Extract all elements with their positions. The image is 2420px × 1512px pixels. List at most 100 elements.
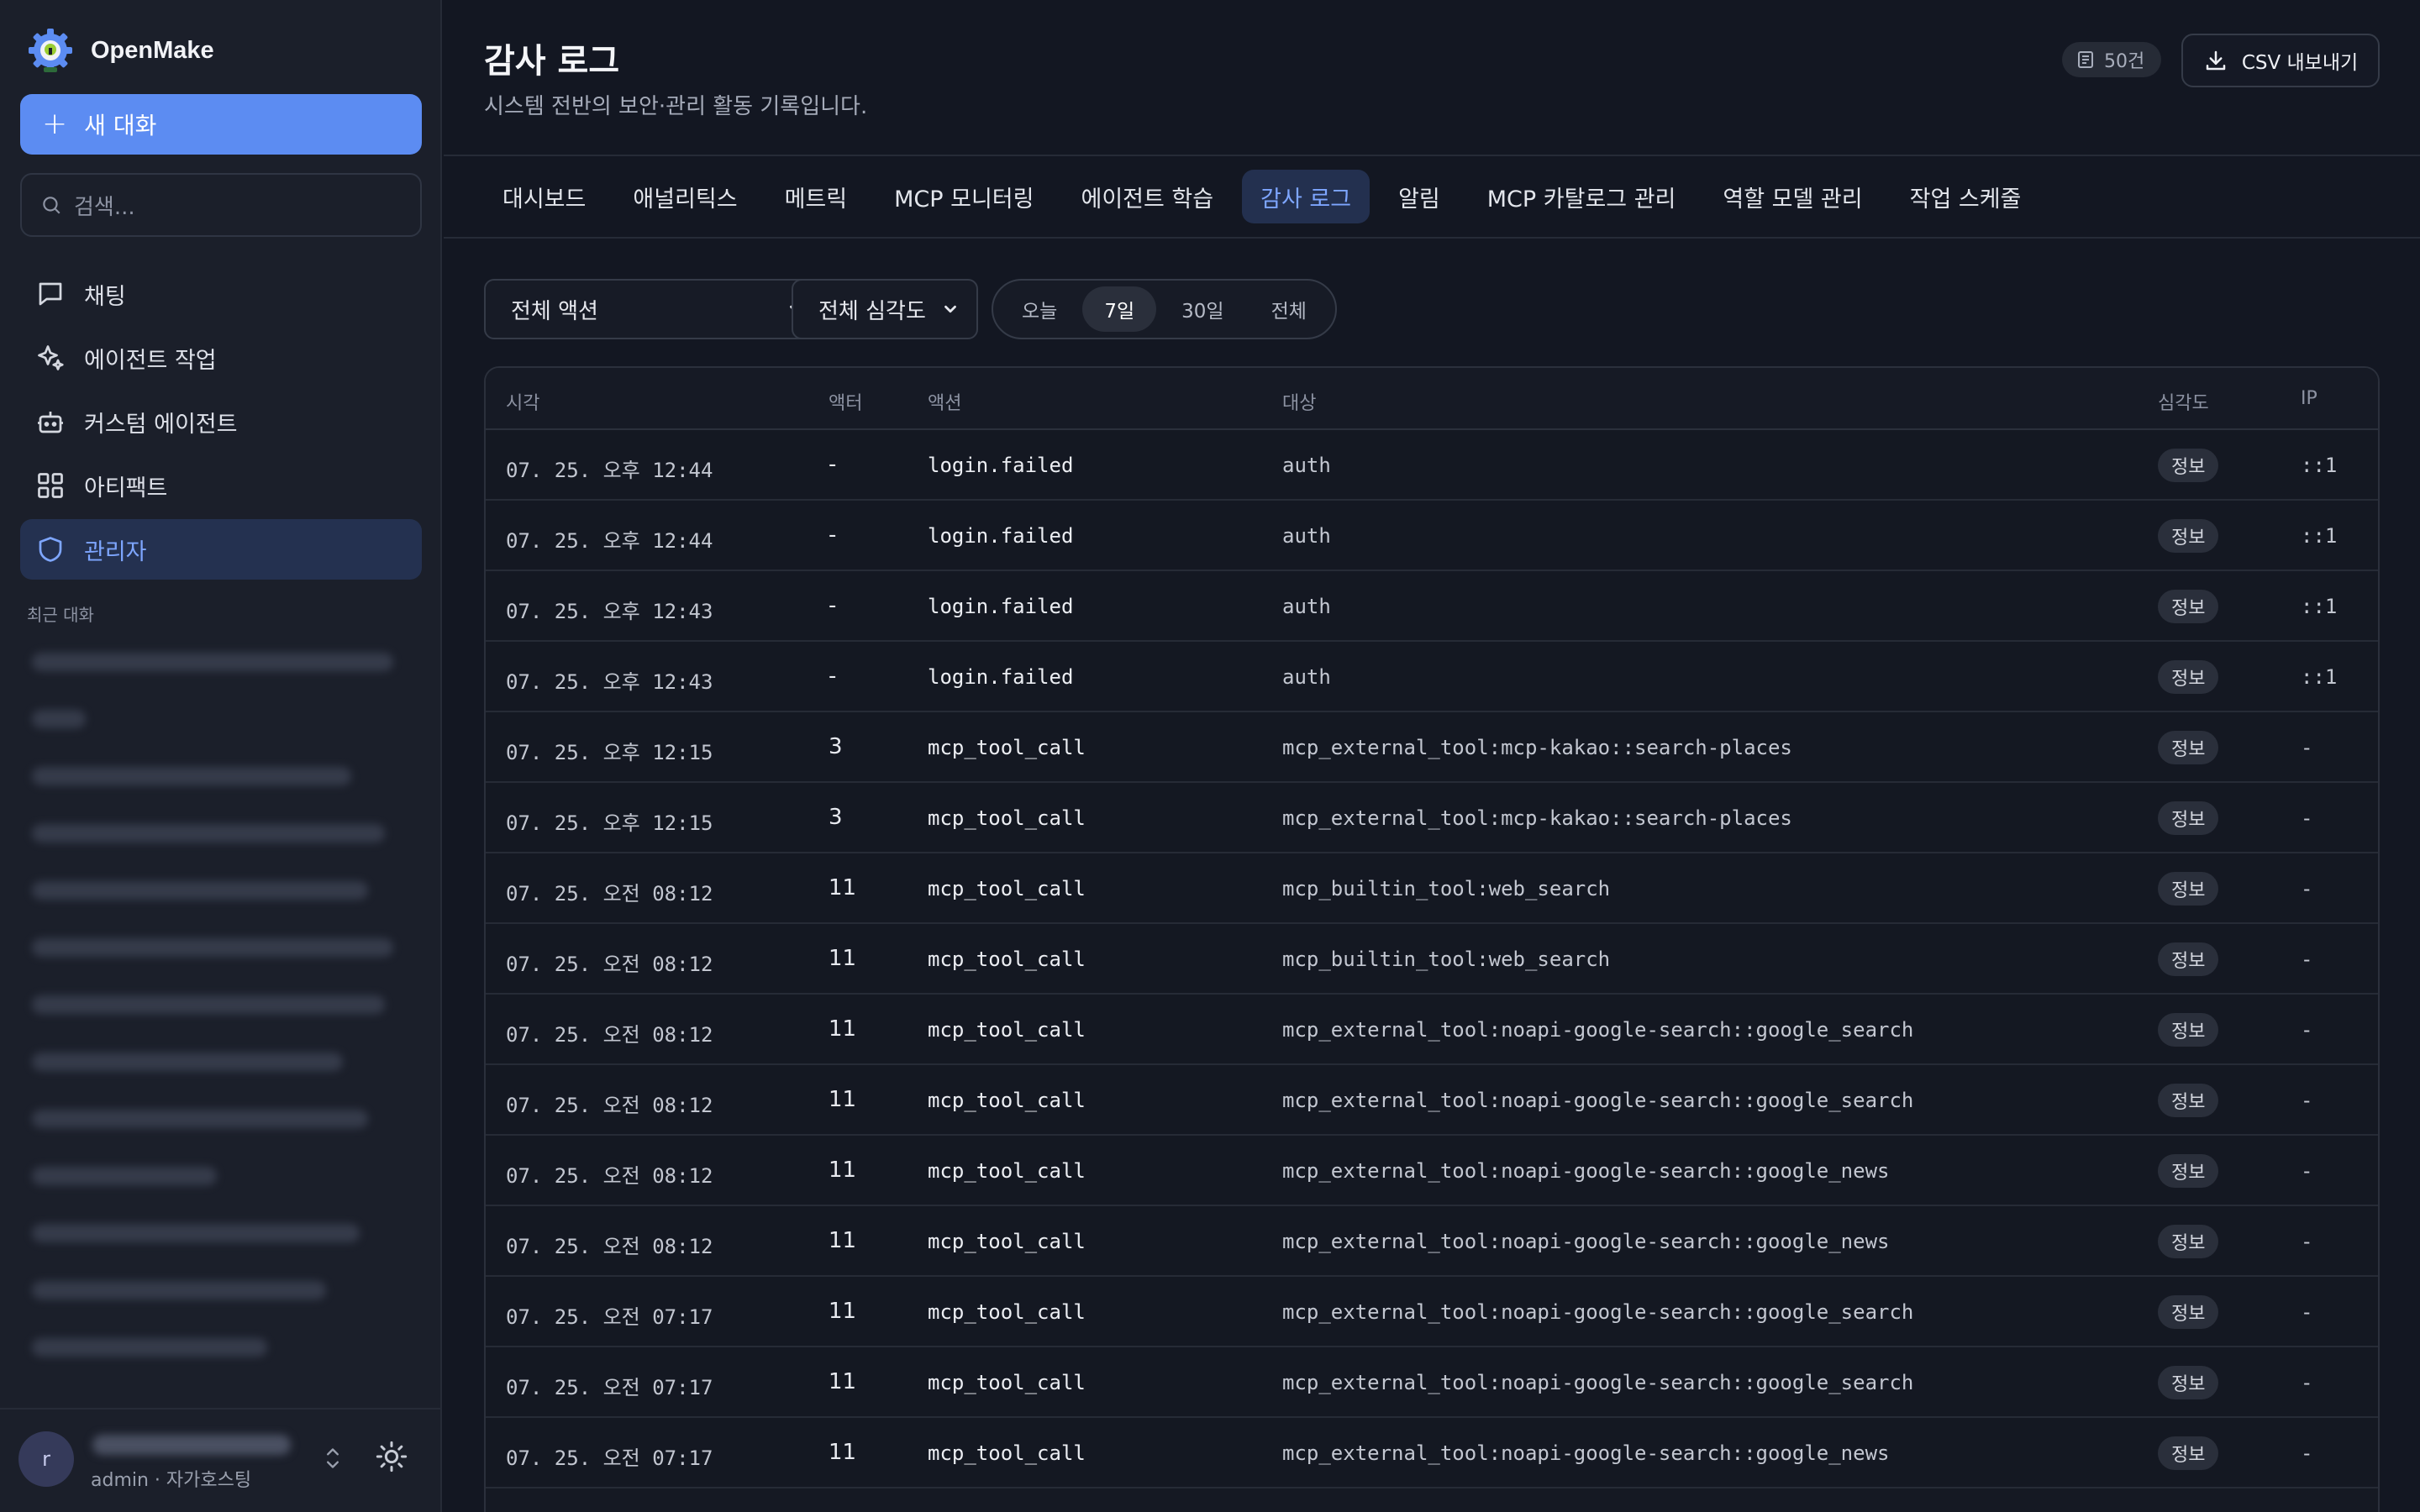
avatar[interactable]: r [18, 1431, 74, 1487]
tab-mcp-monitoring[interactable]: MCP 모니터링 [876, 170, 1052, 223]
tab-alerts[interactable]: 알림 [1380, 170, 1459, 223]
tab-mcp-catalog[interactable]: MCP 카탈로그 관리 [1469, 170, 1695, 223]
brand-name: OpenMake [91, 36, 214, 64]
robot-icon [38, 412, 63, 433]
severity-filter-select[interactable]: 전체 심각도 [792, 279, 978, 339]
table-row[interactable]: 07. 25. 오전 08:12 11 mcp_tool_call mcp_exter… [486, 1206, 2378, 1277]
table-row[interactable]: 07. 25. 오전 07:17 11 mcp_tool_call mcp_exter… [486, 1277, 2378, 1347]
recent-conversation-item[interactable] [32, 813, 402, 853]
sidebar-item-agent-tasks[interactable]: 에이전트 작업 [20, 328, 422, 388]
table-row[interactable]: 07. 25. 오후 12:43 - login.failed auth 정보::1 [486, 571, 2378, 642]
recent-conversation-item[interactable] [32, 1270, 402, 1310]
col-target[interactable]: 대상 [1282, 388, 1316, 415]
table-row[interactable]: 07. 25. 오후 12:44 - login.failed auth 정보::1 [486, 430, 2378, 501]
recent-conversation-item[interactable] [32, 927, 402, 968]
row-target: mcp_external_tool:noapi-google-search::g… [1282, 1089, 1914, 1112]
row-time: 07. 25. 오후 12:43 [506, 670, 713, 694]
tab-role-models[interactable]: 역할 모델 관리 [1704, 170, 1881, 223]
row-actor: 11 [829, 1087, 857, 1112]
search-input[interactable]: 검색... [20, 173, 422, 237]
recent-conversation-item[interactable] [32, 984, 402, 1025]
table-row[interactable]: 07. 25. 오전 07:17 11 mcp_tool_call mcp_exter… [486, 1418, 2378, 1488]
table-row[interactable]: 07. 25. 오후 12:43 - login.failed auth 정보::1 [486, 642, 2378, 712]
col-ip[interactable]: IP [2301, 388, 2317, 409]
severity-badge: 정보 [2158, 942, 2219, 976]
chevron-updown-icon[interactable] [321, 1443, 345, 1473]
row-target: mcp_external_tool:noapi-google-search::g… [1282, 1018, 1914, 1042]
col-actor[interactable]: 액터 [829, 388, 862, 415]
recent-conversation-item[interactable] [32, 1156, 402, 1196]
table-row[interactable]: 07. 25. 오전 07:17 11 mcp_tool_call mcp_exter… [486, 1347, 2378, 1418]
date-range-toggle: 오늘 7일 30일 전체 [992, 279, 1337, 339]
severity-badge: 정보 [2158, 590, 2219, 623]
recent-conversation-item[interactable] [32, 1213, 402, 1253]
col-severity[interactable]: 심각도 [2158, 388, 2209, 415]
tab-metrics[interactable]: 메트릭 [766, 170, 866, 223]
table-row[interactable]: 07. 25. 오전 08:12 11 mcp_tool_call mcp_exter… [486, 1065, 2378, 1136]
sidebar-item-label: 커스텀 에이전트 [84, 411, 238, 438]
row-time: 07. 25. 오후 12:44 [506, 459, 713, 482]
row-action: mcp_tool_call [928, 1230, 1086, 1253]
row-actor: 11 [829, 1158, 857, 1183]
row-ip: - [2301, 1371, 2313, 1394]
row-target: mcp_external_tool:noapi-google-search::g… [1282, 1371, 1914, 1394]
row-ip: - [2301, 806, 2313, 830]
tab-audit-log[interactable]: 감사 로그 [1242, 170, 1370, 223]
csv-export-button[interactable]: CSV 내보내기 [2181, 34, 2380, 87]
recent-conversation-item[interactable] [32, 756, 402, 796]
sidebar-item-custom-agents[interactable]: 커스텀 에이전트 [20, 391, 422, 452]
row-actor: 11 [829, 1016, 857, 1042]
user-email-redacted [92, 1435, 291, 1455]
recent-conversation-item[interactable] [32, 642, 402, 682]
range-30days[interactable]: 30일 [1160, 286, 1245, 332]
row-ip: ::1 [2301, 595, 2338, 618]
severity-badge: 정보 [2158, 872, 2219, 906]
tab-dashboard[interactable]: 대시보드 [484, 170, 604, 223]
row-action: login.failed [928, 595, 1074, 618]
row-actor: 11 [829, 1440, 857, 1465]
list-icon [2078, 51, 2093, 68]
row-time: 07. 25. 오전 08:12 [506, 953, 713, 976]
tab-agent-learning[interactable]: 에이전트 학습 [1062, 170, 1232, 223]
table-row[interactable]: 07. 25. 오후 12:15 3 mcp_tool_call mcp_extern… [486, 783, 2378, 853]
sidebar-item-label: 관리자 [84, 538, 147, 565]
table-row[interactable]: 07. 25. 오후 12:15 3 mcp_tool_call mcp_extern… [486, 712, 2378, 783]
tab-analytics[interactable]: 애널리틱스 [614, 170, 755, 223]
row-actor: - [829, 522, 837, 548]
row-target: mcp_external_tool:mcp-kakao::search-plac… [1282, 736, 1792, 759]
sidebar-item-artifacts[interactable]: 아티팩트 [20, 455, 422, 516]
row-target: auth [1282, 665, 1331, 689]
table-row[interactable]: 07. 25. 오전 08:12 11 mcp_tool_call mcp_exter… [486, 995, 2378, 1065]
sidebar-item-label: 아티팩트 [84, 475, 168, 501]
range-today[interactable]: 오늘 [1000, 286, 1079, 332]
recent-conversation-item[interactable] [32, 1327, 402, 1368]
sidebar-item-chat[interactable]: 채팅 [20, 264, 422, 324]
recent-conversation-item[interactable] [32, 1042, 402, 1082]
sidebar-item-admin[interactable]: 관리자 [20, 519, 422, 580]
table-row[interactable]: 07. 25. 오전 08:12 11 mcp_tool_call mcp_built… [486, 924, 2378, 995]
sun-theme-toggle-icon[interactable] [375, 1440, 408, 1473]
user-panel[interactable]: r admin · 자가호스팅 [0, 1408, 440, 1512]
row-actor: - [829, 593, 837, 618]
row-ip: - [2301, 1300, 2313, 1324]
col-time[interactable]: 시각 [506, 388, 539, 415]
tab-job-schedule[interactable]: 작업 스케줄 [1891, 170, 2040, 223]
col-action[interactable]: 액션 [928, 388, 961, 415]
record-count-badge: 50건 [2062, 42, 2162, 77]
range-7days[interactable]: 7일 [1082, 286, 1157, 332]
row-target: mcp_builtin_tool:web_search [1282, 948, 1611, 971]
recent-conversation-item[interactable] [32, 870, 402, 911]
plus-icon: + [42, 107, 68, 141]
row-ip: - [2301, 1441, 2313, 1465]
row-ip: - [2301, 877, 2313, 900]
search-icon [43, 197, 60, 214]
range-all[interactable]: 전체 [1249, 286, 1328, 332]
table-row[interactable]: 07. 25. 오전 08:12 11 mcp_tool_call mcp_exter… [486, 1136, 2378, 1206]
recent-conversation-item[interactable] [32, 699, 402, 739]
action-filter-select[interactable]: 전체 액션 [484, 279, 823, 339]
brand[interactable]: OpenMake [25, 24, 214, 77]
table-row[interactable]: 07. 25. 오후 12:44 - login.failed auth 정보::1 [486, 501, 2378, 571]
recent-conversation-item[interactable] [32, 1099, 402, 1139]
table-row[interactable]: 07. 25. 오전 08:12 11 mcp_tool_call mcp_built… [486, 853, 2378, 924]
new-chat-button[interactable]: + 새 대화 [20, 94, 422, 155]
